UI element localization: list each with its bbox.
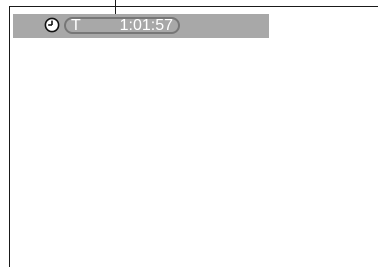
clock-icon (44, 17, 60, 33)
time-display: T 1:01:57 (64, 17, 180, 34)
screen-frame-left (9, 6, 10, 267)
time-mode-indicator: T (71, 17, 81, 34)
callout-leader-line (115, 0, 116, 14)
time-counter: 1:01:57 (119, 17, 173, 34)
screen-frame-top (9, 6, 378, 7)
